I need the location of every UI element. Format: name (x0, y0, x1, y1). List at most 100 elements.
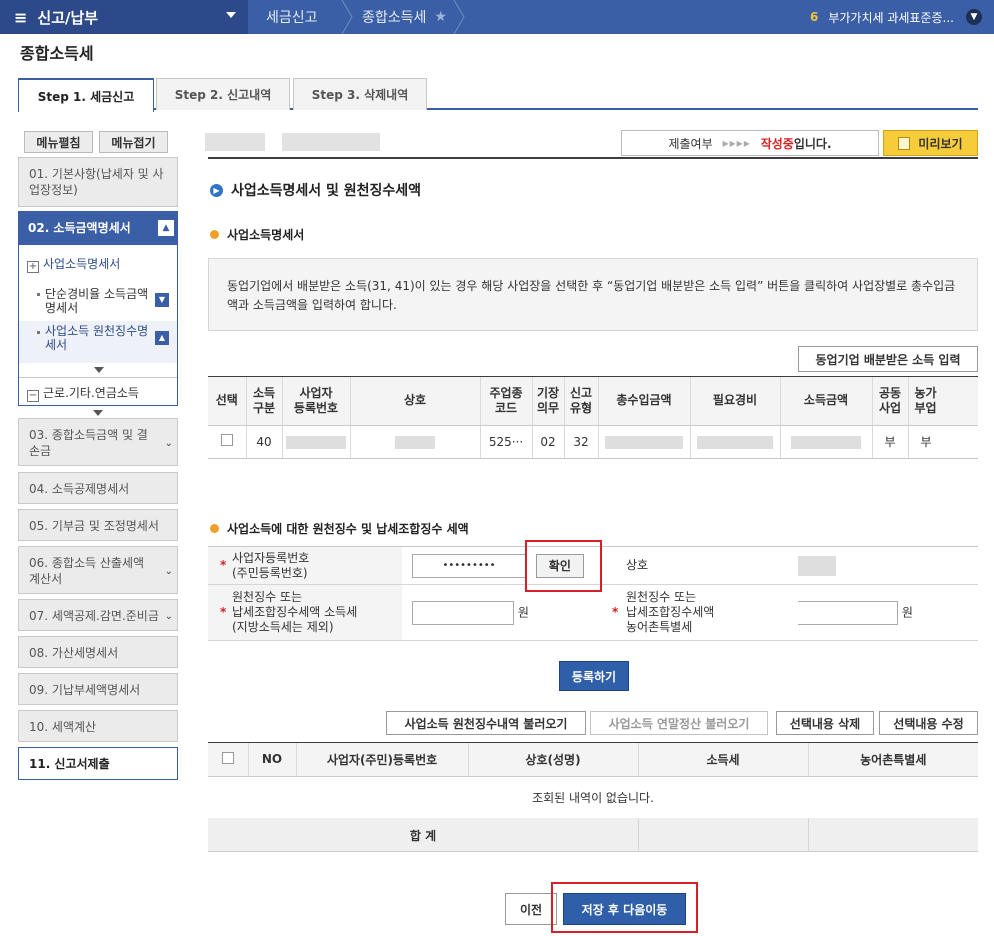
submenu-group-other-income[interactable]: − 근로.기타.연금소득 (19, 377, 177, 408)
tab-step2[interactable]: Step 2. 신고내역 (156, 78, 290, 110)
bullet-icon (37, 293, 40, 296)
step-04[interactable]: 04. 소득공제명세서 (18, 472, 178, 504)
step-label: 04. 소득공제명세서 (29, 482, 130, 496)
col-farm: 농가 부업 (907, 377, 978, 426)
section-title: ▶ 사업소득명세서 및 원천징수세액 (210, 180, 421, 200)
prev-button[interactable]: 이전 (505, 893, 557, 925)
notice-ticker[interactable]: 6 부가가치세 과세표준증... ▼ (810, 0, 982, 34)
step-07[interactable]: 07. 세액공제.감면.준비금 ⌄ (18, 599, 178, 631)
col-name: 상호 (349, 377, 480, 426)
header-label: 신고 유형 (569, 385, 593, 415)
load-year-end-button[interactable]: 사업소득 연말정산 불러오기 (590, 711, 768, 735)
total-rural-tax (808, 818, 978, 852)
chevron-down-icon[interactable]: ▼ (155, 293, 169, 307)
register-button[interactable]: 등록하기 (559, 661, 629, 691)
step-10[interactable]: 10. 세액계산 (18, 710, 178, 742)
name-label-cell: 상호 (612, 546, 798, 585)
row-checkbox[interactable] (220, 434, 233, 446)
chevron-down-icon: ⌄ (164, 611, 173, 622)
col-income-type: 소득 구분 (245, 377, 282, 426)
chevron-up-icon[interactable]: ▲ (158, 220, 174, 236)
col-no: NO (247, 743, 296, 777)
table-header-row: NO 사업자(주민)등록번호 상호(성명) 소득세 농어촌특별세 (208, 743, 978, 777)
name-value-cell (792, 546, 978, 585)
col-industry-code: 주업종 코드 (479, 377, 532, 426)
step-label: 10. 세액계산 (29, 720, 97, 734)
bullet-dot-icon (210, 230, 219, 239)
header-label: 소득 구분 (252, 385, 276, 415)
withholding-list-table: NO 사업자(주민)등록번호 상호(성명) 소득세 농어촌특별세 (208, 743, 978, 777)
tab-step1[interactable]: Step 1. 세금신고 (18, 78, 154, 112)
caret-down-icon (226, 12, 236, 18)
subsection-title-text: 사업소득명세서 (227, 228, 305, 242)
load-withholding-button[interactable]: 사업소득 원천징수내역 불러오기 (386, 711, 586, 735)
top-bar: ≡ 신고/납부 세금신고 종합소득세 ★ 6 부가가치세 과세표준증... ▼ (0, 0, 994, 34)
table-header-row: 선택 소득 구분 사업자 등록번호 상호 주업종 코드 기장 의무 신고 유형 … (208, 377, 978, 426)
submenu-item-withholding[interactable]: 사업소득 원천징수명세서 ▲ (19, 321, 177, 363)
income-tax-input[interactable] (412, 600, 514, 625)
row-select-cell[interactable] (208, 425, 246, 459)
step-02[interactable]: 02. 소득금액명세서 ▲ (18, 211, 178, 244)
empty-message: 조회된 내역이 없습니다. (532, 791, 654, 805)
subsection-business-income: 사업소득명세서 (210, 226, 304, 243)
step-06[interactable]: 06. 종합소득 산출세액계산서 ⌄ (18, 546, 178, 594)
chevron-right-icon (453, 0, 465, 34)
chevron-up-icon[interactable]: ▲ (155, 331, 169, 345)
step-11[interactable]: 11. 신고서제출 (18, 747, 178, 780)
col-income: 소득금액 (779, 377, 872, 426)
breadcrumb-label: 세금신고 (266, 10, 318, 26)
menu-collapse-button[interactable]: 메뉴접기 (99, 131, 168, 153)
breadcrumb-label: 종합소득세 (362, 10, 427, 26)
breadcrumb-tax-report[interactable]: 세금신고 (266, 0, 318, 34)
ticker-text: 부가가치세 과세표준증... (828, 10, 954, 25)
status-suffix: 입니다. (793, 136, 832, 151)
cell-total-revenue (597, 425, 690, 459)
cell-reg-no (281, 425, 350, 459)
table-row[interactable]: 40 525··· 02 32 부 부 (208, 425, 978, 459)
step-03[interactable]: 03. 종합소득금액 및 결손금 ⌄ (18, 418, 178, 466)
bullet-icon (37, 331, 40, 334)
subsection-withholding: 사업소득에 대한 원천징수 및 납세조합징수 세액 (210, 520, 469, 537)
total-income-tax (638, 818, 808, 852)
submenu-group-label: 사업소득명세서 (43, 257, 121, 271)
preview-label: 미리보기 (918, 136, 963, 151)
col-income-tax: 소득세 (637, 743, 808, 777)
step-05[interactable]: 05. 기부금 및 조정명세서 (18, 509, 178, 541)
star-icon[interactable]: ★ (434, 9, 447, 25)
delete-selected-button[interactable]: 선택내용 삭제 (776, 711, 874, 735)
reg-no-label: 사업자등록번호 (주민등록번호) (232, 550, 310, 580)
edit-selected-button[interactable]: 선택내용 수정 (879, 711, 978, 735)
redacted-value (286, 435, 346, 449)
step-label: 11. 신고서제출 (29, 757, 110, 771)
preview-button[interactable]: 미리보기 (883, 130, 978, 156)
main-menu-label: 신고/납부 (37, 8, 99, 27)
chevron-down-icon[interactable]: ▼ (966, 9, 982, 25)
step-label: 08. 가산세명세서 (29, 646, 119, 660)
step-01[interactable]: 01. 기본사항(납세자 및 사업장정보) (18, 157, 178, 207)
reg-no-input[interactable]: ••••••••• (412, 553, 526, 578)
redacted-value (697, 435, 773, 449)
partner-income-input-button[interactable]: 동업기업 배분받은 소득 입력 (798, 346, 978, 372)
bullet-dot-icon (210, 524, 219, 533)
submenu-item-simple-expense[interactable]: 단순경비율 소득금액명세서 ▼ (19, 287, 177, 315)
step-08[interactable]: 08. 가산세명세서 (18, 636, 178, 668)
submission-status: 제출여부 ▸▸▸▸ 작성중 입니다. (621, 130, 879, 156)
step-09[interactable]: 09. 기납부세액명세서 (18, 673, 178, 705)
tab-step3[interactable]: Step 3. 삭제내역 (293, 78, 427, 110)
col-joint: 공동 사업 (871, 377, 908, 426)
cell-industry-code: 525··· (479, 425, 532, 459)
submenu-group-business-income[interactable]: + 사업소득명세서 (27, 255, 120, 273)
redacted-taxpayer-id (282, 133, 380, 151)
redacted-taxpayer-name (205, 133, 265, 151)
col-expenses: 필요경비 (689, 377, 780, 426)
income-tax-label: 원천징수 또는 납세조합징수세액 소득세 (지방소득세는 제외) (232, 590, 358, 634)
redacted-value (395, 435, 435, 449)
menu-expand-button[interactable]: 메뉴펼침 (24, 131, 93, 153)
main-menu-dropdown[interactable]: ≡ 신고/납부 (0, 0, 248, 34)
rural-tax-input[interactable] (796, 600, 898, 625)
select-all-checkbox[interactable] (221, 751, 234, 764)
breadcrumb-income-tax[interactable]: 종합소득세 ★ (362, 0, 447, 34)
step-label: 07. 세액공제.감면.준비금 (29, 609, 159, 623)
step-label: 03. 종합소득금액 및 결손금 (29, 428, 148, 458)
section-title-text: 사업소득명세서 및 원천징수세액 (231, 183, 422, 199)
